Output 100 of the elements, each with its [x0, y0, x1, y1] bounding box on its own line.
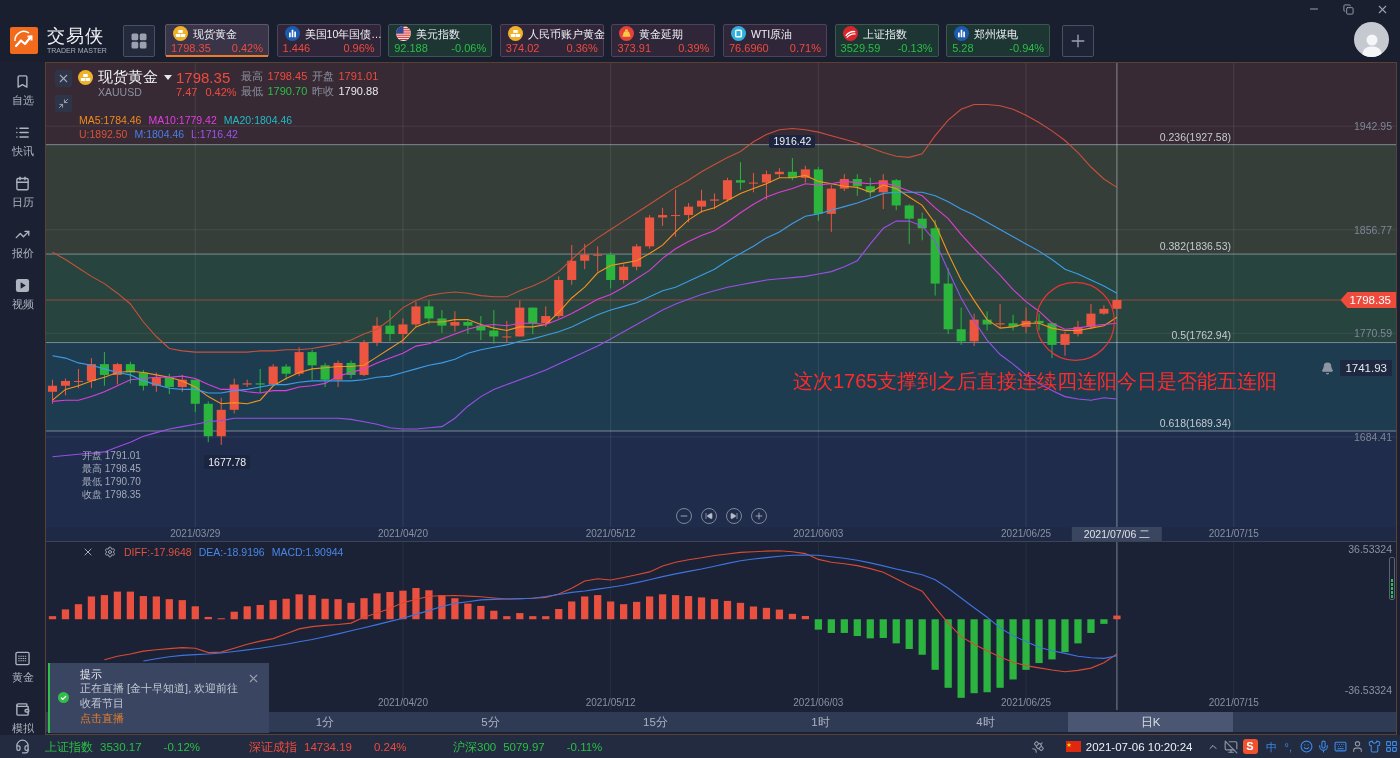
candle [307, 349, 317, 381]
histogram-bar [1061, 619, 1069, 653]
candle [787, 157, 797, 181]
settings-button[interactable] [104, 546, 116, 558]
candle [956, 307, 966, 346]
histogram-bar [944, 619, 952, 688]
calendar-icon [15, 175, 30, 191]
period-tab[interactable]: 15分 [573, 712, 738, 732]
restore-button[interactable] [1341, 2, 1355, 16]
toast-message: 正在直播 [金十早知道], 欢迎前往收看节目 [80, 681, 240, 711]
market-price: 3530.17 [100, 739, 142, 754]
swoosh-logo-icon [842, 26, 858, 41]
list-icon [15, 124, 30, 140]
ticker-tab[interactable]: 现货黄金 1798.35 0.42% [165, 24, 269, 57]
histogram-bar [126, 591, 134, 620]
layout-button[interactable] [123, 24, 155, 57]
period-tab[interactable]: 5分 [408, 712, 573, 732]
ticker-tab[interactable]: 黄金延期 373.91 0.39% [611, 24, 716, 57]
histogram-bar [710, 599, 719, 620]
collapse-button[interactable] [55, 95, 72, 112]
ticker-tab[interactable]: 美国10年国债… 1.446 0.96% [276, 24, 381, 57]
period-tab[interactable]: 1时 [738, 712, 903, 732]
date-axis-label: 2021/04/20 [377, 527, 428, 541]
candle [580, 243, 590, 270]
ticker-tab[interactable]: 上证指数 3529.59 -0.13% [834, 24, 939, 57]
histogram-bar [1087, 619, 1095, 633]
sidebar-item[interactable]: 自选 [0, 64, 45, 115]
histogram-bar [1009, 619, 1017, 680]
histogram-bar [321, 598, 329, 620]
candle [891, 178, 901, 211]
histogram-bar [243, 606, 251, 620]
stat-value: 1791.01 [338, 70, 380, 83]
histogram-bar [360, 598, 368, 620]
ime-mode: °, [1284, 739, 1292, 754]
add-button[interactable] [1062, 24, 1095, 57]
ohlc-readout-line: 最低 1790.70 [82, 475, 141, 488]
candle [995, 303, 1005, 329]
square-badge-icon [730, 26, 746, 41]
close-button[interactable] [55, 70, 72, 87]
sidebar-item[interactable]: 黄金 [0, 633, 45, 684]
ingot-icon [619, 26, 635, 41]
histogram-bar [658, 594, 667, 620]
support-button[interactable] [14, 738, 31, 755]
grid-icon [130, 31, 148, 50]
histogram-bar [373, 593, 381, 620]
candle [982, 310, 992, 331]
sidebar-item[interactable]: 报价 [0, 217, 45, 268]
sidebar-item[interactable]: 快讯 [0, 115, 45, 166]
datetime: 2021-07-06 10:20:24 [1085, 739, 1193, 754]
candle [203, 400, 213, 443]
candle [943, 267, 953, 335]
toast-title: 提示 [80, 667, 103, 681]
chart-comment: 这次1765支撑到之后直接连续四连阳今日是否能五连阳 [793, 369, 1278, 393]
candle [697, 189, 707, 214]
histogram-bar [529, 616, 537, 620]
scroll-indicator[interactable] [1389, 557, 1395, 600]
avatar[interactable] [1354, 22, 1389, 57]
macd-axis-label: 36.53324 [1348, 542, 1392, 555]
candle [359, 339, 369, 377]
close-button[interactable] [82, 546, 94, 558]
histogram-bar [853, 619, 861, 637]
bell-icon[interactable] [1321, 361, 1335, 375]
period-tab[interactable]: 4时 [903, 712, 1068, 732]
price-axis-label: 1684.41 [1354, 430, 1392, 443]
candle [255, 368, 265, 394]
candle [476, 315, 486, 341]
stat-value: 1790.70 [267, 85, 309, 98]
ticker-tab[interactable]: WTI原油 76.6960 0.71% [722, 24, 827, 57]
price-axis-label: 1856.77 [1354, 223, 1392, 236]
sidebar-item[interactable]: 视频 [0, 268, 45, 319]
ticker-tab[interactable]: 人民币账户黄金 374.02 0.36% [499, 24, 604, 57]
period-tab[interactable]: 1分 [269, 712, 408, 732]
candle [554, 275, 564, 319]
sidebar-item[interactable]: 日历 [0, 166, 45, 217]
candle [904, 203, 914, 245]
ime-logo: S [1242, 739, 1258, 754]
live-link[interactable]: 点击直播 [80, 711, 243, 726]
candle [1099, 304, 1109, 316]
histogram-bar [48, 616, 57, 620]
histogram-bar [684, 596, 693, 620]
close-icon [57, 72, 70, 85]
smile-icon [1300, 740, 1313, 753]
market-change: -0.12% [163, 739, 200, 754]
histogram-bar [282, 598, 290, 620]
candle [398, 317, 408, 345]
bar-chart-icon [954, 26, 970, 41]
indicator-value: M:1804.46 [134, 128, 185, 141]
period-tab[interactable]: 日K [1068, 712, 1233, 732]
symbol-selector[interactable]: 现货黄金 [98, 69, 176, 86]
date-axis-label: 2021/03/29 [170, 527, 221, 541]
ticker-tab[interactable]: 美元指数 92.188 -0.06% [388, 24, 493, 57]
user-icon [1351, 740, 1364, 753]
price-axis-label: 1942.95 [1354, 120, 1392, 133]
sidebar-item[interactable]: 模拟 [0, 684, 45, 735]
close-button[interactable] [247, 672, 260, 685]
histogram-bar [633, 601, 641, 620]
indicator-value: L:1716.42 [191, 128, 238, 141]
ticker-tab[interactable]: 郑州煤电 5.28 -0.94% [946, 24, 1051, 57]
candle [645, 214, 655, 250]
histogram-bar [295, 594, 303, 620]
